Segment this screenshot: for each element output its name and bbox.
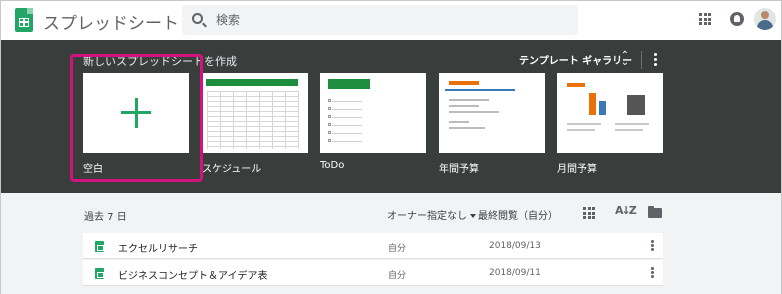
top-bar: スプレッドシート bbox=[1, 1, 781, 40]
file-row[interactable]: エクセルリサーチ 自分 2018/09/13 bbox=[83, 233, 663, 259]
search-icon[interactable] bbox=[192, 13, 203, 24]
divider bbox=[641, 51, 642, 69]
app-title[interactable]: スプレッドシート bbox=[43, 9, 179, 34]
folder-icon[interactable] bbox=[648, 206, 662, 218]
file-date: 2018/09/13 bbox=[489, 241, 541, 251]
more-options-icon[interactable] bbox=[651, 240, 654, 252]
template-thumbnail[interactable] bbox=[320, 73, 426, 153]
file-owner: 自分 bbox=[388, 244, 407, 254]
recent-files-list: 過去 7 日 オーナー指定なし 最終閲覧（自分） A↓Z エクセルリサーチ 自分… bbox=[1, 193, 781, 294]
template-thumbnail[interactable] bbox=[202, 73, 308, 153]
dropdown-caret-icon bbox=[470, 214, 476, 218]
file-row[interactable]: ビジネスコンセプト＆アイデア表 自分 2018/09/11 bbox=[83, 260, 663, 286]
blank-template-highlight bbox=[70, 54, 203, 182]
file-name: ビジネスコンセプト＆アイデア表 bbox=[118, 271, 268, 282]
template-gallery-link[interactable]: テンプレート ギャラリー bbox=[519, 52, 632, 67]
sheet-file-icon bbox=[95, 268, 104, 279]
grid-view-icon[interactable] bbox=[583, 207, 595, 219]
file-owner: 自分 bbox=[388, 271, 407, 281]
search-bar[interactable] bbox=[182, 5, 578, 35]
template-label: スケジュール bbox=[202, 164, 262, 175]
template-thumbnail[interactable] bbox=[557, 73, 663, 153]
sheets-logo-icon[interactable] bbox=[15, 8, 33, 32]
template-label: 年間予算 bbox=[439, 164, 479, 175]
more-options-icon[interactable] bbox=[651, 267, 654, 279]
avatar[interactable] bbox=[754, 8, 776, 30]
sort-label[interactable]: 最終閲覧（自分） bbox=[478, 207, 558, 222]
sort-az-icon[interactable]: A↓Z bbox=[615, 204, 637, 217]
apps-grid-icon[interactable] bbox=[699, 13, 711, 25]
sheet-file-icon bbox=[95, 241, 104, 252]
file-date: 2018/09/11 bbox=[489, 268, 541, 278]
notifications-icon[interactable] bbox=[730, 12, 744, 26]
more-options-icon[interactable] bbox=[654, 53, 657, 66]
section-label: 過去 7 日 bbox=[84, 212, 127, 223]
file-name: エクセルリサーチ bbox=[118, 244, 198, 255]
template-thumbnail[interactable] bbox=[439, 73, 545, 153]
owner-filter-dropdown[interactable]: オーナー指定なし bbox=[387, 207, 476, 222]
expand-collapse-icon[interactable]: ⌃ ⌄ bbox=[620, 51, 630, 68]
template-label: 月間予算 bbox=[557, 164, 597, 175]
search-input[interactable] bbox=[216, 10, 556, 30]
template-label: ToDo bbox=[320, 160, 345, 171]
